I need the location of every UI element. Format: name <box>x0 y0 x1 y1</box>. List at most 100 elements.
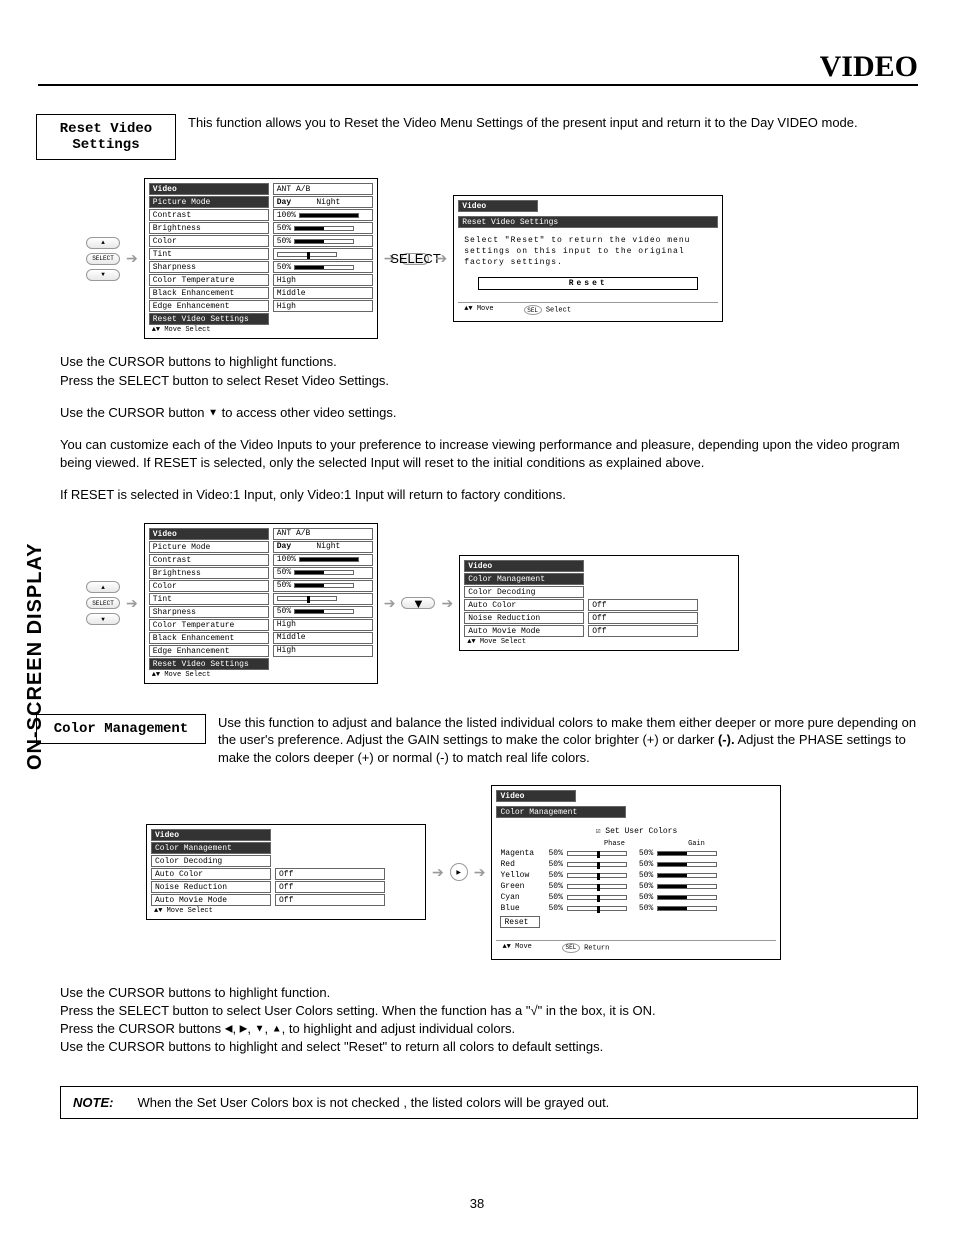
menu-edge-enh[interactable]: Edge Enhancement <box>149 645 269 657</box>
cm-header: Video <box>151 829 271 841</box>
cm-item-nr[interactable]: Noise Reduction <box>464 612 584 624</box>
right-triangle-icon: ▶ <box>240 1023 248 1034</box>
instr2-p3b: , to highlight and adjust individual col… <box>282 1021 515 1036</box>
osd-cm-submenu: Video Color Management Color Decoding Au… <box>459 555 739 651</box>
osd-row-2: ▲ SELECT ▼ ➔ Video Picture Mode Contrast… <box>86 523 918 684</box>
menu-contrast[interactable]: Contrast <box>149 209 269 221</box>
val-picture-mode: Day Night <box>273 541 373 553</box>
val-brightness: 50% <box>273 222 373 234</box>
instr1-p1: Use the CURSOR buttons to highlight func… <box>60 354 337 369</box>
menu-tint[interactable]: Tint <box>149 593 269 605</box>
instructions-2: Use the CURSOR buttons to highlight func… <box>60 984 918 1057</box>
sidebar-label: ON-SCREEN DISPLAY <box>24 543 47 770</box>
phase-slider[interactable] <box>567 851 627 856</box>
color-name: Blue <box>500 904 544 913</box>
gain-slider[interactable] <box>657 873 717 878</box>
menu-brightness[interactable]: Brightness <box>149 222 269 234</box>
menu-brightness[interactable]: Brightness <box>149 567 269 579</box>
cm-item-cm[interactable]: Color Management <box>151 842 271 854</box>
checkmark-icon: √ <box>530 1003 537 1018</box>
val-ant: ANT A/B <box>273 183 373 195</box>
phase-value: 50% <box>548 882 562 891</box>
dialog-subheader: Reset Video Settings <box>458 216 718 228</box>
cm-item-amm[interactable]: Auto Movie Mode <box>464 625 584 637</box>
menu-color[interactable]: Color <box>149 235 269 247</box>
menu-sharpness[interactable]: Sharpness <box>149 606 269 618</box>
menu-sharpness[interactable]: Sharpness <box>149 261 269 273</box>
reset-button[interactable]: Reset <box>478 277 698 290</box>
val-edge-enh: High <box>273 300 373 312</box>
set-user-colors-checkbox[interactable]: ☑ Set User Colors <box>500 826 772 836</box>
phase-slider[interactable] <box>567 884 627 889</box>
instr2-p2b: " in the box, it is ON. <box>538 1003 656 1018</box>
down-triangle-icon: ▼ <box>255 1023 265 1034</box>
phase-value: 50% <box>548 904 562 913</box>
phase-slider[interactable] <box>567 895 627 900</box>
cm-item-cd[interactable]: Color Decoding <box>151 855 271 867</box>
cm-hint: ▲▼ Move Select <box>151 907 271 915</box>
color-row[interactable]: Blue 50% 50% <box>500 903 772 914</box>
note-label: NOTE: <box>73 1095 113 1110</box>
menu-tint[interactable]: Tint <box>149 248 269 260</box>
instr1-p3a: Use the CURSOR button <box>60 405 208 420</box>
cm-item-ac[interactable]: Auto Color <box>464 599 584 611</box>
cm-item-cm[interactable]: Color Management <box>464 573 584 585</box>
instr1-p2: Press the SELECT button to select Reset … <box>60 373 389 388</box>
menu-picture-mode[interactable]: Picture Mode <box>149 196 269 208</box>
menu-reset-video[interactable]: Reset Video Settings <box>149 313 269 325</box>
phase-slider[interactable] <box>567 862 627 867</box>
left-triangle-icon: ◀ <box>225 1023 233 1034</box>
gain-slider[interactable] <box>657 895 717 900</box>
color-name: Cyan <box>500 893 544 902</box>
phase-slider[interactable] <box>567 906 627 911</box>
gain-slider[interactable] <box>657 862 717 867</box>
heading-line1: Reset Video <box>60 121 152 137</box>
color-management-desc: Use this function to adjust and balance … <box>218 714 918 767</box>
menu-reset-video[interactable]: Reset Video Settings <box>149 658 269 670</box>
gain-value: 50% <box>639 904 653 913</box>
phase-slider[interactable] <box>567 873 627 878</box>
color-name: Red <box>500 860 544 869</box>
menu-color-temp[interactable]: Color Temperature <box>149 619 269 631</box>
menu-hint: ▲▼ Move Select <box>149 671 269 679</box>
gain-slider[interactable] <box>657 906 717 911</box>
instr1-p5: If RESET is selected in Video:1 Input, o… <box>60 486 918 504</box>
color-row[interactable]: Cyan50%50% <box>500 892 772 903</box>
menu-black-enh[interactable]: Black Enhancement <box>149 632 269 644</box>
osd-cm-submenu-2: Video Color Management Color Decoding Au… <box>146 824 426 920</box>
color-row[interactable]: Magenta50%50% <box>500 848 772 859</box>
uc-reset[interactable]: Reset <box>500 916 540 928</box>
val-tint <box>273 593 373 605</box>
cm-hint: ▲▼ Move Select <box>464 638 584 646</box>
arrow-right-icon: ➔ <box>441 595 453 612</box>
color-row[interactable]: Green50%50% <box>500 881 772 892</box>
instr2-p2a: Press the SELECT button to select User C… <box>60 1003 530 1018</box>
val-color: 50% <box>273 580 373 592</box>
cm-item-cd[interactable]: Color Decoding <box>464 586 584 598</box>
menu-color[interactable]: Color <box>149 580 269 592</box>
val-contrast: 100% <box>273 209 373 221</box>
remote-select-inline: SELECT <box>401 253 429 265</box>
menu-contrast[interactable]: Contrast <box>149 554 269 566</box>
phase-value: 50% <box>548 860 562 869</box>
up-triangle-icon: ▲ <box>272 1023 282 1034</box>
cm-item-amm[interactable]: Auto Movie Mode <box>151 894 271 906</box>
menu-black-enh[interactable]: Black Enhancement <box>149 287 269 299</box>
uc-header: Video <box>496 790 576 802</box>
menu-edge-enh[interactable]: Edge Enhancement <box>149 300 269 312</box>
gain-slider[interactable] <box>657 884 717 889</box>
remote-down-icon: ▼ <box>86 269 120 281</box>
reset-video-desc: This function allows you to Reset the Vi… <box>188 114 918 132</box>
arrow-right-icon: ➔ <box>432 864 444 881</box>
cm-item-nr[interactable]: Noise Reduction <box>151 881 271 893</box>
gain-value: 50% <box>639 849 653 858</box>
menu-picture-mode[interactable]: Picture Mode <box>149 541 269 553</box>
dialog-text: Select "Reset" to return the video menu … <box>458 232 718 272</box>
color-name: Yellow <box>500 871 544 880</box>
menu-color-temp[interactable]: Color Temperature <box>149 274 269 286</box>
color-row[interactable]: Yellow50%50% <box>500 870 772 881</box>
gain-slider[interactable] <box>657 851 717 856</box>
cm-item-ac[interactable]: Auto Color <box>151 868 271 880</box>
color-row[interactable]: Red50%50% <box>500 859 772 870</box>
instr1-p4: You can customize each of the Video Inpu… <box>60 436 918 472</box>
